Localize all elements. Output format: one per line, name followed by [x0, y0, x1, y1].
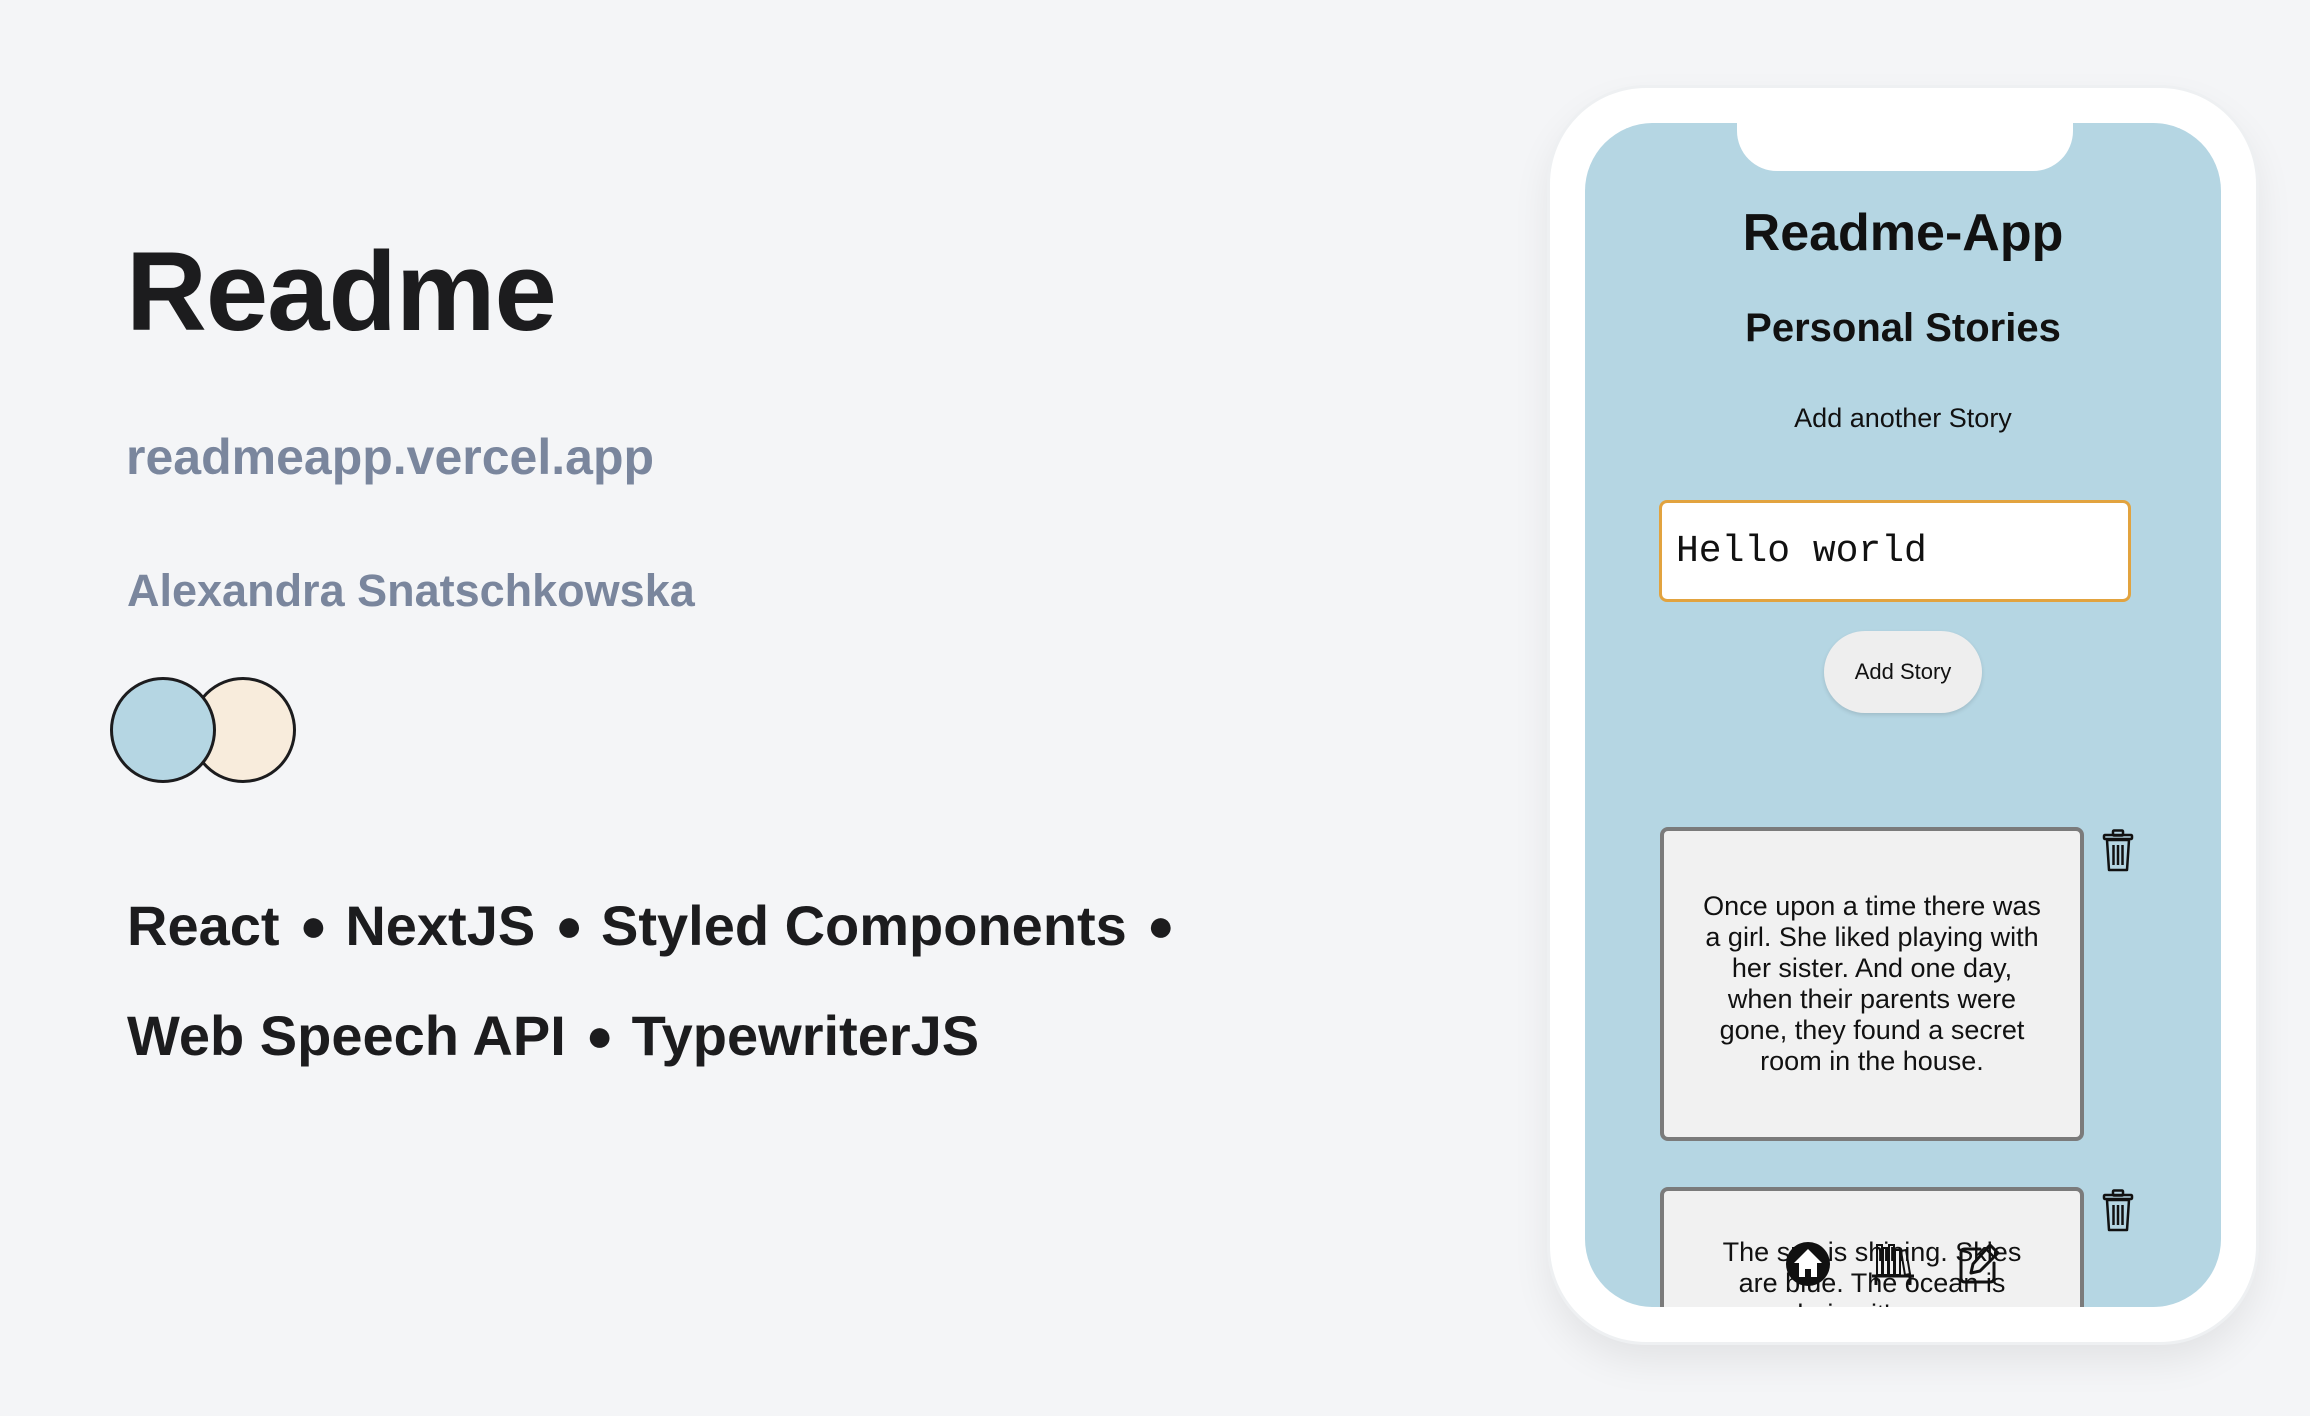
- home-icon[interactable]: [1785, 1241, 1831, 1287]
- bottom-nav: [1785, 1241, 2045, 1291]
- phone-notch: [1737, 123, 2073, 171]
- color-swatch-blue: [110, 677, 216, 783]
- project-title: Readme: [126, 229, 557, 354]
- trash-icon[interactable]: [2101, 829, 2135, 873]
- tech-stack-line-2: Web Speech API ● TypewriterJS: [127, 1008, 979, 1064]
- edit-note-icon[interactable]: [1956, 1241, 2002, 1287]
- app-title: Readme-App: [1742, 204, 2064, 262]
- story-text: Once upon a time there was a girl. She l…: [1703, 891, 2041, 1076]
- add-story-button[interactable]: Add Story: [1824, 631, 1982, 713]
- phone-mockup: Readme-App Personal Stories Add another …: [1550, 88, 2256, 1342]
- bullet-separator: ●: [1146, 899, 1175, 951]
- tech-item: React: [127, 894, 280, 957]
- trash-icon[interactable]: [2101, 1189, 2135, 1233]
- tech-stack-line-1: React ● NextJS ● Styled Components ●: [127, 898, 1193, 954]
- presentation-canvas: Readme readmeapp.vercel.app Alexandra Sn…: [0, 0, 2310, 1416]
- tech-item: Styled Components: [601, 894, 1127, 957]
- app-subtitle: Personal Stories: [1745, 306, 2061, 350]
- add-story-label: Add another Story: [1794, 403, 2012, 433]
- project-author: Alexandra Snatschkowska: [127, 565, 695, 616]
- color-palette: [110, 677, 296, 787]
- project-link[interactable]: readmeapp.vercel.app: [126, 432, 654, 482]
- tech-item: TypewriterJS: [631, 1004, 980, 1067]
- tech-item: NextJS: [345, 894, 536, 957]
- bookshelf-icon[interactable]: [1870, 1241, 1916, 1287]
- bullet-separator: ●: [585, 1009, 614, 1061]
- bullet-separator: ●: [299, 899, 328, 951]
- story-input[interactable]: [1659, 500, 2131, 602]
- app-screen: Readme-App Personal Stories Add another …: [1585, 123, 2221, 1307]
- bullet-separator: ●: [555, 899, 583, 951]
- tech-item: Web Speech API: [127, 1004, 566, 1067]
- story-card[interactable]: Once upon a time there was a girl. She l…: [1660, 827, 2084, 1141]
